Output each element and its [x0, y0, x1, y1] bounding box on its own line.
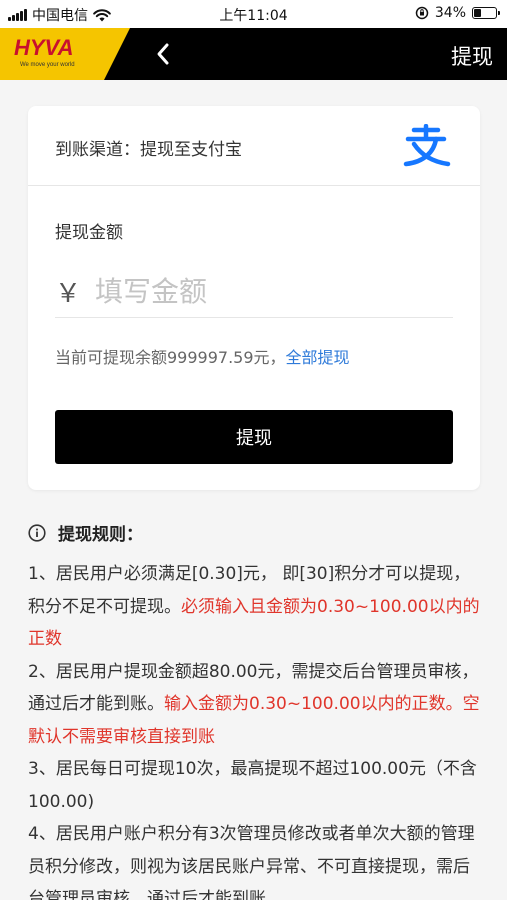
rule-item: 2、居民用户提现金额超80.00元，需提交后台管理员审核，通过后才能到账。输入金…: [28, 656, 484, 754]
withdraw-button[interactable]: 提现: [55, 410, 453, 464]
status-bar: 中国电信 上午11:04 34%: [0, 0, 507, 28]
channel-row[interactable]: 到账渠道：提现至支付宝: [28, 106, 480, 186]
info-icon: [28, 523, 46, 542]
nav-bar: HYVA We move your world 提现: [0, 28, 507, 80]
rules-heading: 提现规则：: [28, 520, 143, 545]
rule-item: 1、居民用户必须满足[0.30]元， 即[30]积分才可以提现，积分不足不可提现…: [28, 558, 484, 656]
channel-label: 到账渠道：提现至支付宝: [55, 140, 242, 160]
withdraw-card: 到账渠道：提现至支付宝 提现金额 ￥ 当前可提现余额999997.59元，全部提…: [28, 106, 480, 490]
hyva-logo: HYVA We move your world: [0, 28, 130, 80]
rule-3-text: 3、居民每日可提现10次，最高提现不超过100.00元（不含100.00): [28, 759, 477, 812]
battery-icon: [472, 7, 500, 19]
logo-tagline: We move your world: [20, 62, 75, 68]
orientation-lock-icon: [415, 6, 429, 20]
balance-line: 当前可提现余额999997.59元，全部提现: [55, 344, 350, 368]
balance-text: 当前可提现余额999997.59元，: [55, 348, 286, 367]
rule-item: 4、居民用户账户积分有3次管理员修改或者单次大额的管理员积分修改，则视为该居民账…: [28, 818, 484, 900]
rule-4-text: 4、居民用户账户积分有3次管理员修改或者单次大额的管理员积分修改，则视为该居民账…: [28, 824, 475, 900]
back-button[interactable]: [148, 36, 178, 72]
battery-percent: 34%: [434, 5, 466, 21]
chevron-left-icon: [157, 43, 169, 65]
rule-item: 3、居民每日可提现10次，最高提现不超过100.00元（不含100.00): [28, 753, 484, 818]
page-title: 提现: [451, 45, 493, 69]
status-right: 34%: [415, 5, 500, 21]
amount-input[interactable]: [95, 275, 435, 308]
alipay-icon: [403, 124, 451, 167]
amount-label: 提现金额: [55, 223, 123, 243]
currency-symbol: ￥: [55, 279, 82, 309]
rules-list: 1、居民用户必须满足[0.30]元， 即[30]积分才可以提现，积分不足不可提现…: [28, 558, 484, 900]
amount-field: ￥: [55, 266, 453, 318]
rules-title: 提现规则：: [58, 525, 143, 545]
logo-wordmark: HYVA: [14, 35, 74, 60]
withdraw-all-link[interactable]: 全部提现: [286, 348, 350, 367]
